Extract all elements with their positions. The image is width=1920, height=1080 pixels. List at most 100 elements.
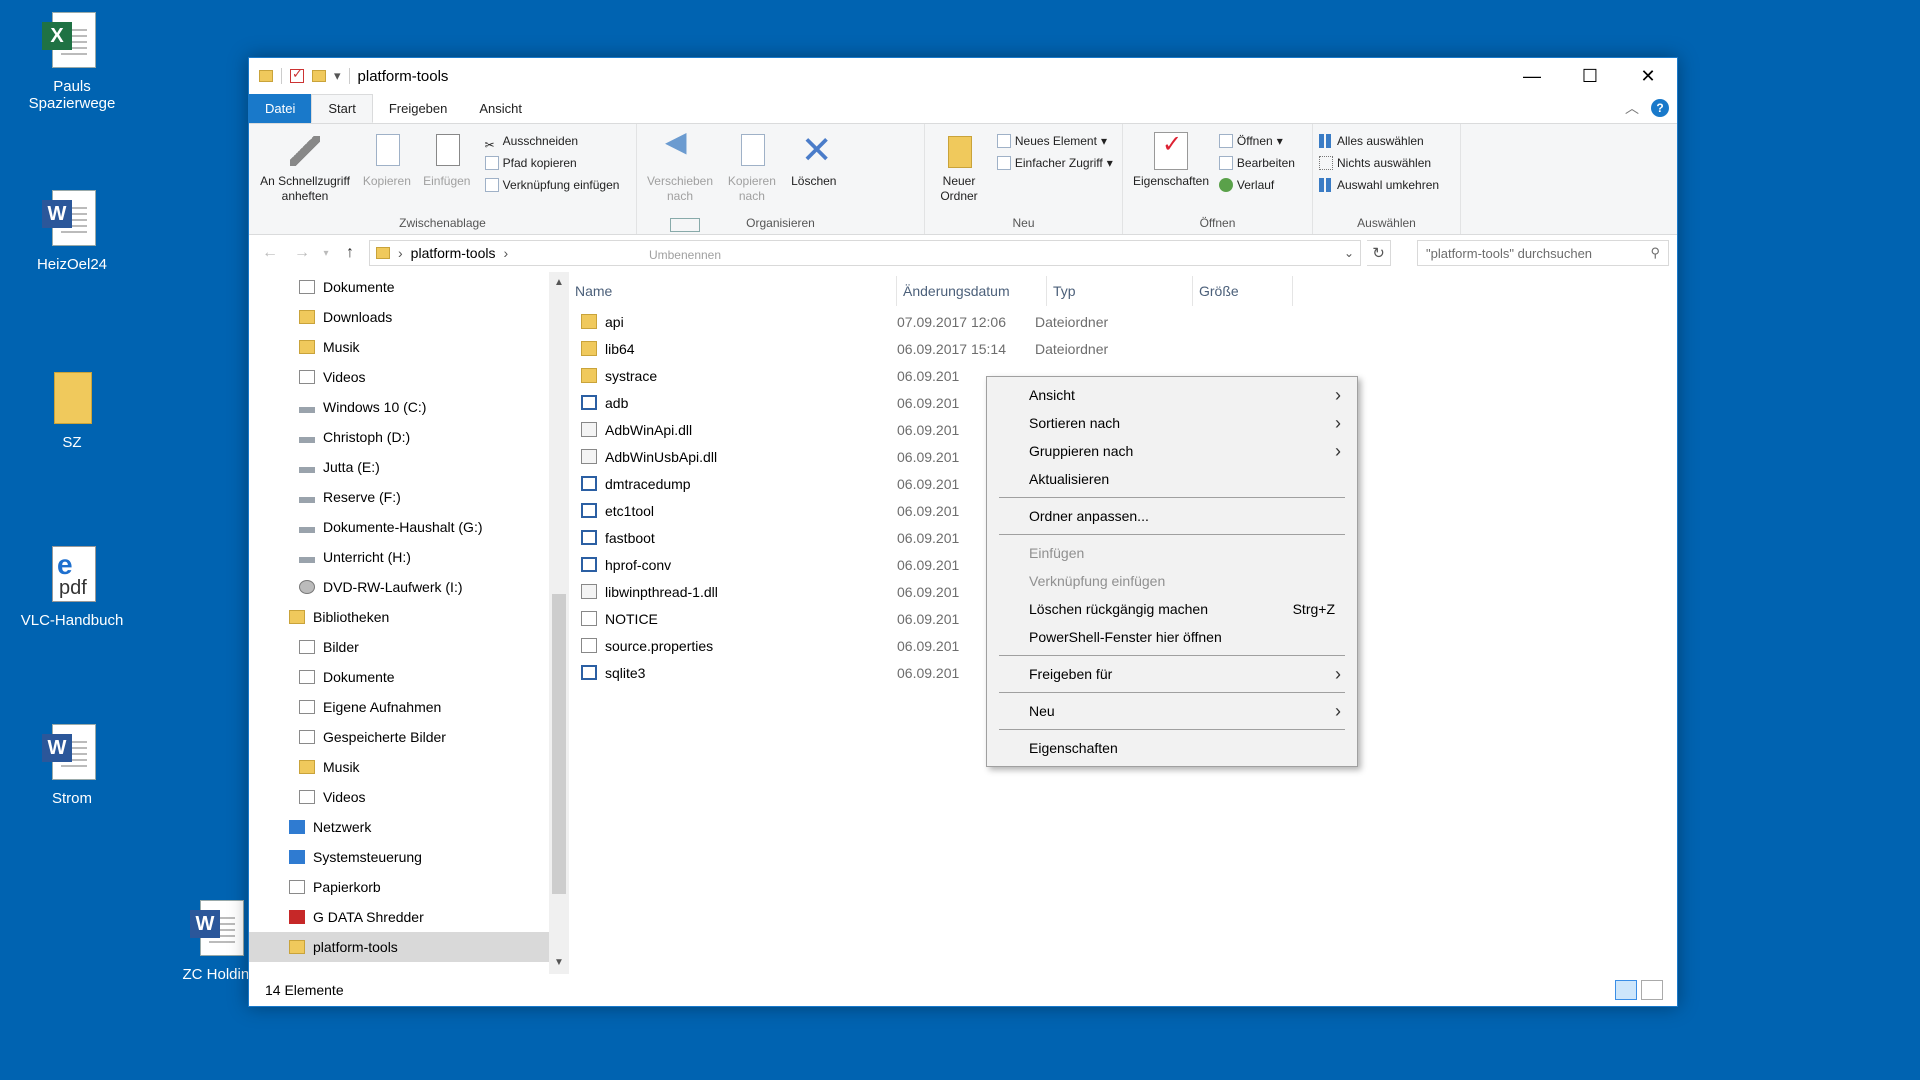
chevron-right-icon[interactable]: › — [503, 245, 508, 261]
column-size[interactable]: Größe — [1193, 276, 1293, 306]
back-button[interactable]: ← — [257, 244, 283, 262]
nav-item[interactable]: Downloads — [249, 302, 549, 332]
desktop-icon-pauls-spazierwege[interactable]: X Pauls Spazierwege — [12, 10, 132, 112]
pin-quick-access-button[interactable]: An Schnellzugriff anheften — [257, 130, 353, 204]
tab-freigeben[interactable]: Freigeben — [373, 94, 464, 123]
context-menu-item[interactable]: Freigeben für › — [987, 660, 1357, 688]
cut-button[interactable]: ✂ Ausschneiden — [485, 130, 620, 152]
delete-button[interactable]: ✕ Löschen — [789, 130, 839, 189]
desktop-icon-strom[interactable]: W Strom — [12, 722, 132, 807]
nav-item[interactable]: Dokumente — [249, 272, 549, 302]
column-date[interactable]: Änderungsdatum — [897, 276, 1047, 306]
nav-item[interactable]: Papierkorb — [249, 872, 549, 902]
refresh-button[interactable]: ↻ — [1367, 240, 1391, 266]
open-button[interactable]: Öffnen ▾ — [1218, 130, 1295, 152]
select-none-button[interactable]: Nichts auswählen — [1319, 152, 1439, 174]
desktop-icon-sz[interactable]: SZ — [12, 366, 132, 451]
paste-button[interactable]: Einfügen — [421, 130, 473, 189]
scroll-thumb[interactable] — [552, 594, 566, 894]
breadcrumb-current[interactable]: platform-tools — [411, 245, 496, 261]
desktop-icon-vlc-handbuch[interactable]: e pdf VLC-Handbuch — [12, 544, 132, 629]
file-name: hprof-conv — [605, 556, 672, 573]
nav-item[interactable]: Jutta (E:) — [249, 452, 549, 482]
nav-item[interactable]: Eigene Aufnahmen — [249, 692, 549, 722]
paste-shortcut-button[interactable]: Verknüpfung einfügen — [484, 174, 619, 196]
new-item-button[interactable]: Neues Element ▾ — [996, 130, 1113, 152]
new-folder-quick-icon[interactable] — [312, 70, 326, 82]
nav-item[interactable]: Dokumente-Haushalt (G:) — [249, 512, 549, 542]
chevron-right-icon[interactable]: › — [398, 245, 403, 261]
pictures-icon — [299, 640, 315, 654]
nav-item[interactable]: Dokumente — [249, 662, 549, 692]
context-menu-item[interactable]: PowerShell-Fenster hier öffnen — [987, 623, 1357, 651]
help-icon[interactable]: ? — [1651, 99, 1669, 117]
context-menu-item[interactable]: Sortieren nach › — [987, 409, 1357, 437]
edit-button[interactable]: Bearbeiten — [1218, 152, 1295, 174]
desktop-icon-heizoel24[interactable]: W HeizOel24 — [12, 188, 132, 273]
select-all-button[interactable]: Alles auswählen — [1319, 130, 1439, 152]
copy-button[interactable]: Kopieren — [361, 130, 413, 189]
recycle-bin-icon — [289, 880, 305, 894]
tab-ansicht[interactable]: Ansicht — [463, 94, 538, 123]
collapse-ribbon-icon[interactable]: ︿ — [1625, 98, 1639, 118]
nav-item[interactable]: Musik — [249, 752, 549, 782]
nav-item[interactable]: Christoph (D:) — [249, 422, 549, 452]
nav-item[interactable]: Videos — [249, 782, 549, 812]
search-input[interactable]: "platform-tools" durchsuchen ⚲ — [1417, 240, 1669, 266]
nav-item[interactable]: platform-tools — [249, 932, 549, 962]
nav-item[interactable]: Windows 10 (C:) — [249, 392, 549, 422]
details-view-button[interactable] — [1615, 980, 1637, 1000]
nav-item[interactable]: Netzwerk — [249, 812, 549, 842]
minimize-button[interactable]: — — [1503, 58, 1561, 94]
forward-button[interactable]: → — [289, 244, 315, 262]
excel-icon: X — [42, 10, 102, 72]
tab-datei[interactable]: Datei — [249, 94, 312, 123]
easy-access-button[interactable]: Einfacher Zugriff ▾ — [996, 152, 1113, 174]
large-icons-view-button[interactable] — [1641, 980, 1663, 1000]
context-menu-item[interactable]: Gruppieren nach › — [987, 437, 1357, 465]
nav-item[interactable]: Gespeicherte Bilder — [249, 722, 549, 752]
copy-path-button[interactable]: Pfad kopieren — [484, 152, 620, 174]
close-button[interactable]: ✕ — [1619, 58, 1677, 94]
context-menu-item[interactable]: Ansicht › — [987, 381, 1357, 409]
table-row[interactable]: api 07.09.2017 12:06 Dateiordner — [569, 308, 1185, 335]
context-menu-item[interactable]: Neu › — [987, 697, 1357, 725]
nav-item[interactable]: Bilder — [249, 632, 549, 662]
up-button[interactable]: ↑ — [337, 244, 363, 262]
tab-start[interactable]: Start — [311, 94, 373, 123]
nav-item[interactable]: Bibliotheken — [249, 602, 549, 632]
column-name[interactable]: Name — [569, 276, 897, 306]
nav-item[interactable]: Systemsteuerung — [249, 842, 549, 872]
context-menu-item[interactable]: Löschen rückgängig machen Strg+Z — [987, 595, 1357, 623]
nav-item[interactable]: Unterricht (H:) — [249, 542, 549, 572]
column-type[interactable]: Typ — [1047, 276, 1193, 306]
title-bar[interactable]: ▾ platform-tools — ☐ ✕ — [249, 58, 1677, 94]
select-none-icon — [1319, 156, 1333, 170]
nav-item[interactable]: Reserve (F:) — [249, 482, 549, 512]
properties-button[interactable]: Eigenschaften — [1131, 130, 1211, 189]
scroll-down-button[interactable]: ▼ — [549, 952, 569, 974]
chevron-down-icon[interactable]: ⌄ — [1344, 246, 1354, 260]
scroll-up-button[interactable]: ▲ — [549, 272, 569, 294]
nav-scrollbar[interactable]: ▲ ▼ — [549, 272, 569, 974]
nav-item[interactable]: DVD-RW-Laufwerk (I:) — [249, 572, 549, 602]
context-menu-item[interactable]: Aktualisieren — [987, 465, 1357, 493]
move-to-button[interactable]: ◀ Verschieben nach — [645, 128, 715, 204]
context-menu-item[interactable]: Ordner anpassen... — [987, 502, 1357, 530]
maximize-button[interactable]: ☐ — [1561, 58, 1619, 94]
properties-quick-icon[interactable] — [290, 66, 304, 83]
group-label: Neu — [1012, 216, 1035, 230]
invert-selection-button[interactable]: Auswahl umkehren — [1319, 174, 1439, 196]
new-folder-button[interactable]: Neuer Ordner — [933, 130, 985, 204]
nav-item[interactable]: Videos — [249, 362, 549, 392]
copy-path-icon — [484, 156, 499, 170]
recent-locations-icon[interactable]: ▾ — [321, 248, 331, 259]
nav-item[interactable]: Musik — [249, 332, 549, 362]
chevron-down-icon[interactable]: ▾ — [334, 68, 341, 84]
history-button[interactable]: Verlauf — [1218, 174, 1295, 196]
nav-item[interactable]: G DATA Shredder — [249, 902, 549, 932]
context-menu-item[interactable]: Eigenschaften — [987, 734, 1357, 762]
address-input[interactable]: › platform-tools › ⌄ — [369, 240, 1361, 266]
table-row[interactable]: lib64 06.09.2017 15:14 Dateiordner — [569, 335, 1185, 362]
copy-to-button[interactable]: Kopieren nach — [723, 130, 781, 204]
